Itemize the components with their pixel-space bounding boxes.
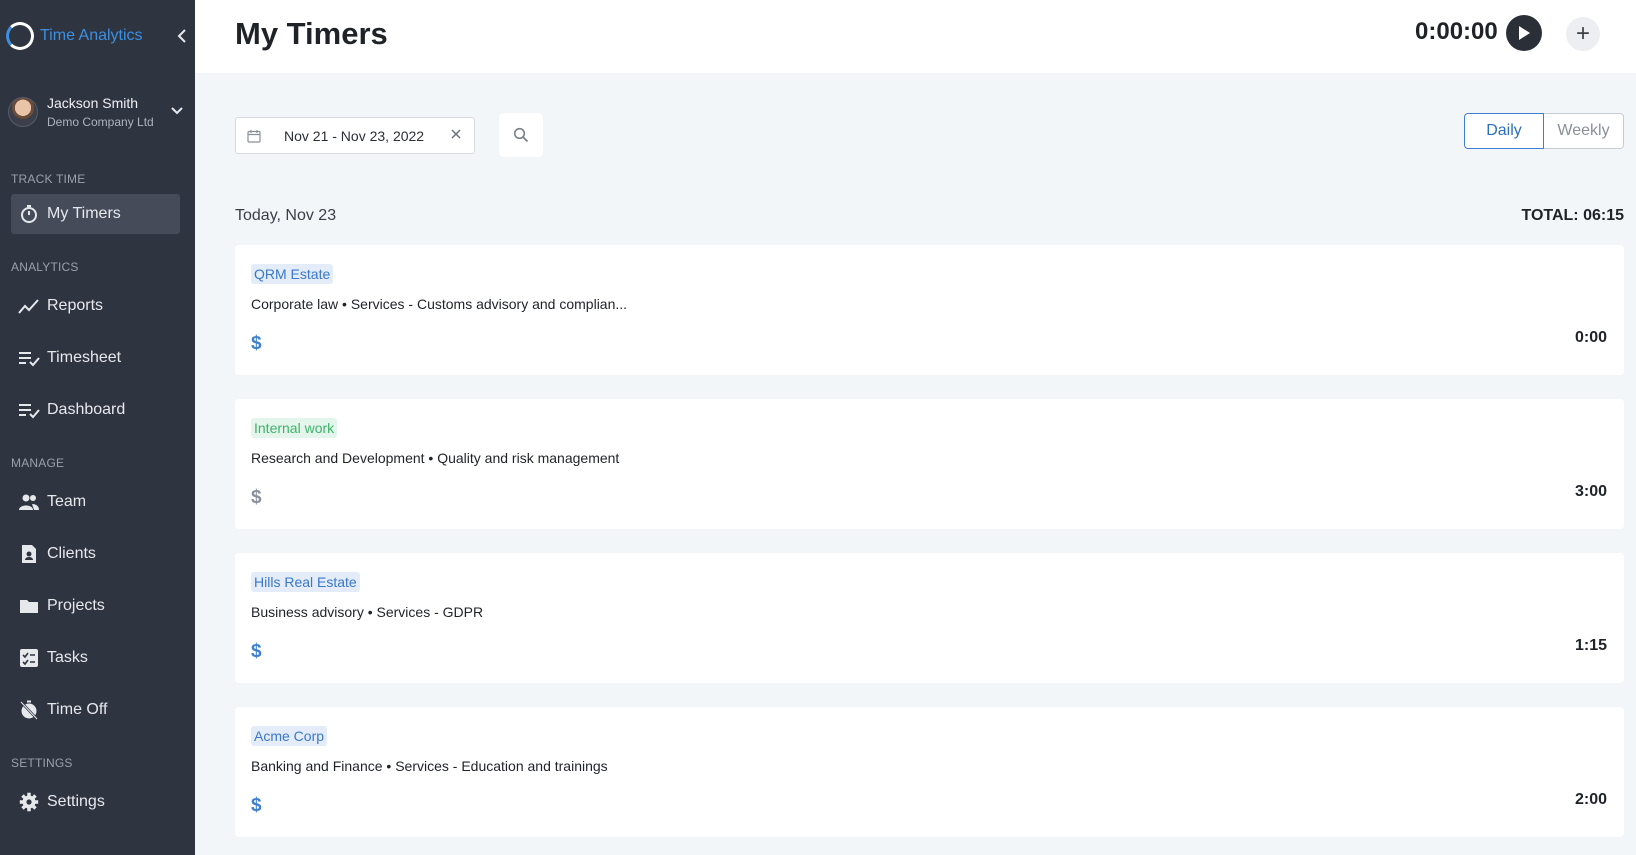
sidebar-item-label: Team: [47, 493, 87, 510]
timer-off-icon: [18, 699, 40, 721]
running-timer-display: 0:00:00: [1415, 18, 1498, 45]
billable-dollar-icon[interactable]: $: [251, 487, 262, 509]
task-description: Research and Development • Quality and r…: [251, 450, 620, 466]
timer-duration: 3:00: [1574, 483, 1607, 500]
date-range-picker[interactable]: Nov 21 - Nov 23, 2022: [235, 117, 475, 154]
list-check-icon: [18, 399, 40, 421]
brand-name: Time Analytics: [40, 27, 143, 44]
user-name: Jackson Smith: [47, 95, 139, 111]
collapse-sidebar-button[interactable]: [174, 24, 190, 48]
page-title: My Timers: [235, 16, 388, 51]
chevron-down-icon[interactable]: [170, 106, 184, 116]
timer-entry-card[interactable]: Internal work Research and Development •…: [235, 399, 1624, 529]
day-total: TOTAL: 06:15: [1521, 207, 1624, 224]
gear-icon: [18, 791, 40, 813]
date-range-value: Nov 21 - Nov 23, 2022: [284, 127, 425, 144]
trend-chart-icon: [18, 295, 40, 317]
sidebar-item-settings[interactable]: Settings: [0, 782, 195, 822]
user-info: Jackson Smith Demo Company Ltd: [47, 95, 154, 129]
timer-entry-card[interactable]: Acme Corp Banking and Finance • Services…: [235, 707, 1624, 837]
view-weekly-button[interactable]: Weekly: [1544, 113, 1624, 149]
sidebar-item-label: Clients: [47, 545, 96, 562]
top-bar: My Timers 0:00:00 +: [195, 0, 1636, 73]
folder-icon: [18, 595, 40, 617]
client-tag[interactable]: QRM Estate: [251, 264, 334, 284]
list-check-icon: [18, 347, 40, 369]
section-label-analytics: ANALYTICS: [11, 260, 79, 274]
user-company: Demo Company Ltd: [47, 115, 154, 129]
sidebar-item-clients[interactable]: Clients: [0, 534, 195, 574]
stopwatch-icon: [18, 203, 40, 225]
contact-card-icon: [18, 543, 40, 565]
sidebar-item-label: My Timers: [47, 205, 121, 222]
sidebar-item-projects[interactable]: Projects: [0, 586, 195, 626]
sidebar-item-label: Timesheet: [47, 349, 122, 366]
timer-duration: 1:15: [1574, 637, 1607, 654]
people-icon: [18, 491, 40, 513]
timer-entry-card[interactable]: Hills Real Estate Business advisory • Se…: [235, 553, 1624, 683]
section-label-manage: MANAGE: [11, 456, 65, 470]
brand-logo-icon: [6, 22, 34, 50]
view-toggle: Daily Weekly: [1464, 113, 1624, 149]
sidebar-item-label: Dashboard: [47, 401, 126, 418]
play-icon: [1519, 26, 1530, 40]
sidebar-item-reports[interactable]: Reports: [0, 286, 195, 326]
sidebar-item-tasks[interactable]: Tasks: [0, 638, 195, 678]
billable-dollar-icon[interactable]: $: [251, 795, 262, 817]
task-description: Corporate law • Services - Customs advis…: [251, 296, 628, 312]
calendar-icon: [247, 129, 261, 143]
sidebar-item-label: Tasks: [47, 649, 88, 666]
timer-list: QRM Estate Corporate law • Services - Cu…: [235, 245, 1624, 855]
timer-duration: 2:00: [1574, 791, 1607, 808]
start-timer-button[interactable]: [1506, 15, 1542, 51]
sidebar-item-team[interactable]: Team: [0, 482, 195, 522]
task-list-icon: [18, 647, 40, 669]
search-button[interactable]: [499, 113, 543, 157]
client-tag[interactable]: Acme Corp: [251, 726, 328, 746]
app-root: Time Analytics Jackson Smith Demo Compan…: [0, 0, 1636, 855]
section-label-track-time: TRACK TIME: [11, 172, 86, 186]
sidebar: Time Analytics Jackson Smith Demo Compan…: [0, 0, 195, 855]
chevron-left-icon: [177, 29, 186, 43]
timer-entry-card[interactable]: QRM Estate Corporate law • Services - Cu…: [235, 245, 1624, 375]
sidebar-item-my-timers[interactable]: My Timers: [11, 194, 180, 234]
brand[interactable]: Time Analytics: [0, 0, 195, 72]
sidebar-item-label: Reports: [47, 297, 104, 314]
client-tag[interactable]: Hills Real Estate: [251, 572, 360, 592]
billable-dollar-icon[interactable]: $: [251, 641, 262, 663]
sidebar-item-label: Projects: [47, 597, 105, 614]
billable-dollar-icon[interactable]: $: [251, 333, 262, 355]
task-description: Business advisory • Services - GDPR: [251, 604, 484, 620]
section-label-settings: SETTINGS: [11, 756, 73, 770]
day-label: Today, Nov 23: [235, 207, 337, 224]
sidebar-item-label: Settings: [47, 793, 105, 810]
search-icon: [513, 127, 529, 143]
sidebar-item-label: Time Off: [47, 701, 108, 718]
sidebar-item-time-off[interactable]: Time Off: [0, 690, 195, 730]
avatar: [8, 97, 38, 127]
user-menu[interactable]: Jackson Smith Demo Company Ltd: [0, 72, 195, 152]
view-daily-button[interactable]: Daily: [1464, 113, 1544, 149]
sidebar-item-dashboard[interactable]: Dashboard: [0, 390, 195, 430]
add-timer-button[interactable]: +: [1566, 17, 1600, 51]
timer-duration: 0:00: [1574, 329, 1607, 346]
sidebar-item-timesheet[interactable]: Timesheet: [0, 338, 195, 378]
clear-icon[interactable]: [450, 128, 462, 140]
client-tag[interactable]: Internal work: [251, 418, 338, 438]
main-content: My Timers 0:00:00 + Nov 21 - Nov 23, 202…: [195, 0, 1636, 855]
task-description: Banking and Finance • Services - Educati…: [251, 758, 608, 774]
